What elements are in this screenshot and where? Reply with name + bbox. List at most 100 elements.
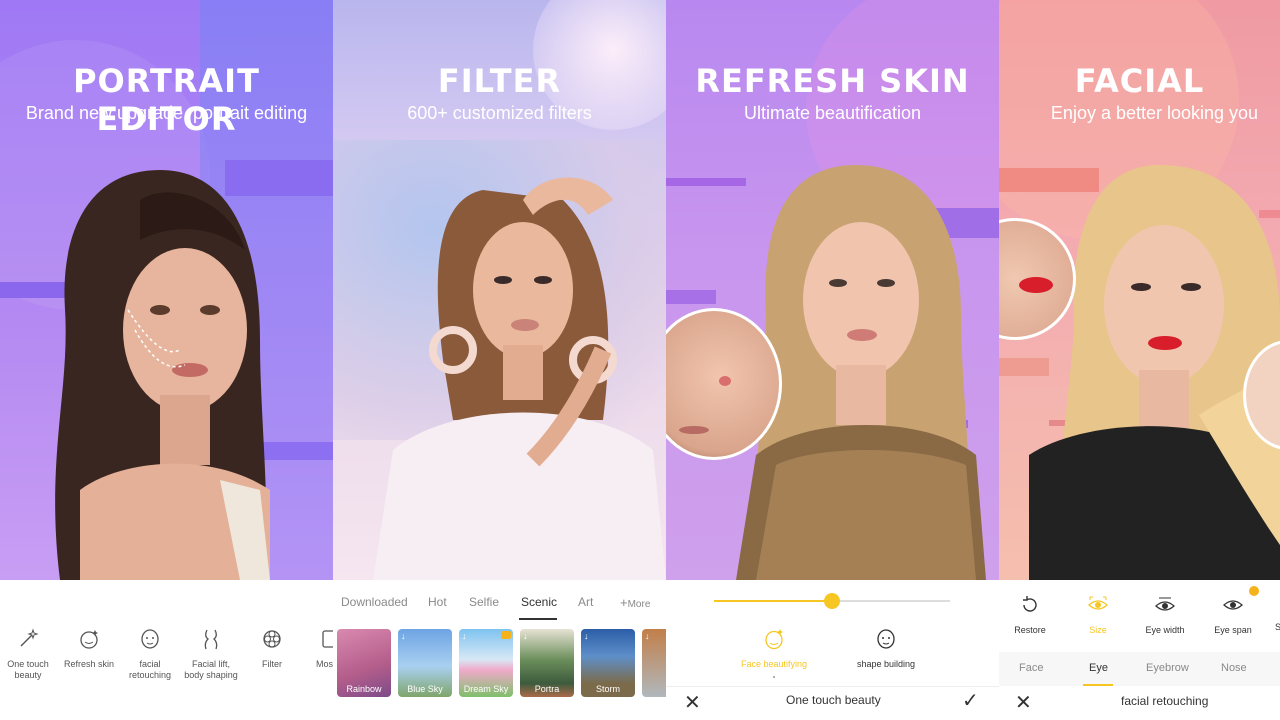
thumb-label: Portra (534, 684, 560, 694)
panel-title: REFRESH SKIN (695, 62, 970, 100)
vip-crown-icon (501, 631, 511, 639)
tab-selfie[interactable]: Selfie (469, 595, 499, 609)
slider-fill (714, 600, 832, 602)
thumb-label: Dream Sky (463, 684, 509, 694)
eye-width-icon (1155, 597, 1175, 611)
close-icon[interactable]: ✕ (684, 690, 701, 715)
restore-icon (1023, 596, 1037, 612)
face-icon (141, 629, 159, 649)
tab-active-underline (519, 618, 557, 620)
filter-thumb-storm[interactable]: ↓ Storm (581, 629, 635, 697)
thumb-label: Storm (595, 684, 620, 694)
confirm-check-icon[interactable]: ✓ (962, 688, 979, 713)
tool-facial-retouching[interactable]: facial retouching (124, 628, 176, 681)
tab-face[interactable]: Face (1019, 662, 1043, 674)
download-icon: ↓ (645, 631, 650, 641)
filter-panel: FILTER 600+ customized filters Downloade… (333, 0, 666, 720)
tool-label: Refresh skin (63, 659, 115, 669)
thumb-label: Blue Sky (407, 684, 443, 694)
mosaic-icon (322, 630, 333, 648)
panel-title: FILTER (437, 62, 562, 100)
panel-subtitle: Ultimate beautification (743, 103, 922, 123)
panel-subtitle: 600+ customized filters (407, 103, 592, 123)
panel-title: FACIAL (1074, 62, 1205, 100)
tool-restore[interactable]: Restore (1009, 594, 1051, 636)
tab-hot[interactable]: Hot (428, 595, 447, 609)
filter-thumb-partial[interactable]: ↓ (642, 629, 666, 697)
face-sparkle-icon (80, 630, 98, 649)
body-shape-icon (204, 629, 218, 650)
portrait-hero: PORTRAIT EDITOR Brand new upgrade, portr… (0, 0, 333, 580)
tab-downloaded[interactable]: Downloaded (341, 595, 408, 609)
footer-title: facial retouching (1121, 694, 1209, 708)
option-label: Face beautifying (740, 659, 808, 669)
tool-label: Eye span (1214, 625, 1252, 635)
face-beautify-icon (765, 629, 783, 650)
plus-icon: + (620, 595, 628, 610)
tab-eye[interactable]: Eye (1089, 662, 1108, 674)
tool-label: S (1275, 622, 1280, 632)
tool-label: One touch beauty (7, 659, 49, 680)
download-icon: ↓ (401, 631, 406, 641)
skin-hero: REFRESH SKIN Ultimate beautification (666, 0, 999, 580)
tool-label: Mos (316, 659, 333, 669)
vip-crown-icon (1249, 586, 1259, 596)
download-icon: ↓ (462, 631, 467, 641)
portrait-woman-image (55, 170, 270, 580)
tool-partial[interactable]: S (1275, 594, 1280, 633)
download-icon: ↓ (584, 631, 589, 641)
footer-title: One touch beauty (786, 693, 881, 707)
filter-thumb-portra[interactable]: ↓ Portra (520, 629, 574, 697)
tool-label: Facial lift, body shaping (184, 659, 238, 680)
tab-art[interactable]: Art (578, 595, 593, 609)
tool-eye-span[interactable]: Eye span (1209, 586, 1259, 636)
tool-label: Restore (1014, 625, 1046, 635)
option-face-beautifying[interactable]: Face beautifying (734, 628, 814, 678)
facial-panel: FACIAL Enjoy a better looking you Restor… (999, 0, 1280, 720)
magic-wand-icon (20, 628, 39, 647)
filter-thumb-rainbow[interactable]: Rainbow (337, 629, 391, 697)
thumb-label: Rainbow (346, 684, 382, 694)
tool-one-touch-beauty[interactable]: One touch beauty (6, 628, 50, 681)
tool-facial-lift[interactable]: Facial lift, body shaping (180, 628, 242, 681)
refresh-skin-panel: REFRESH SKIN Ultimate beautification Fac… (666, 0, 999, 720)
panel-title: PORTRAIT EDITOR (73, 62, 260, 138)
option-shape-building[interactable]: shape building (846, 628, 926, 670)
tool-label: Size (1089, 625, 1107, 635)
tab-nose[interactable]: Nose (1221, 662, 1247, 674)
filter-toolbar: Downloaded Hot Selfie Scenic Art +More R… (333, 580, 666, 720)
tool-label: Filter (262, 659, 282, 669)
tool-refresh-skin[interactable]: Refresh skin (62, 628, 116, 670)
close-icon[interactable]: ✕ (1015, 690, 1032, 715)
toolbar: One touch beauty Refresh skin facial ret… (0, 580, 333, 720)
panel-subtitle: Enjoy a better looking you (1050, 103, 1259, 123)
tab-more[interactable]: +More (620, 595, 650, 610)
tool-size[interactable]: Size (1079, 594, 1117, 636)
filter-woman-image (373, 177, 666, 580)
tool-label: facial retouching (128, 659, 172, 680)
slider-handle[interactable] (824, 593, 840, 609)
panel-subtitle: Brand new upgrade, portrait editing (25, 103, 308, 123)
filter-hero: FILTER 600+ customized filters (333, 0, 666, 580)
filter-thumb-blue-sky[interactable]: ↓ Blue Sky (398, 629, 452, 697)
tab-eyebrow[interactable]: Eyebrow (1146, 662, 1189, 674)
tool-filter[interactable]: Filter (250, 628, 294, 670)
portrait-editor-panel: PORTRAIT EDITOR Brand new upgrade, portr… (0, 0, 333, 720)
tab-scenic[interactable]: Scenic (521, 595, 557, 609)
facial-toolbar: Restore Size Eye width Eye span S Face E… (999, 580, 1280, 720)
active-dot (773, 676, 775, 678)
skin-toolbar: Face beautifying shape building ✕ One to… (666, 580, 999, 720)
face-shape-icon (877, 629, 895, 649)
option-label: shape building (856, 659, 916, 669)
download-icon: ↓ (523, 631, 528, 641)
filter-thumb-dream-sky[interactable]: ↓ Dream Sky (459, 629, 513, 697)
tool-label: Eye width (1145, 625, 1185, 635)
tool-mosaic[interactable]: Mos (316, 628, 333, 670)
facial-hero: FACIAL Enjoy a better looking you (999, 0, 1280, 580)
aperture-icon (263, 630, 281, 648)
tool-eye-width[interactable]: Eye width (1141, 594, 1189, 636)
eye-size-icon (1088, 596, 1108, 610)
facial-woman-image (1029, 165, 1280, 580)
eye-span-icon (1223, 600, 1243, 610)
more-label: More (627, 599, 651, 610)
